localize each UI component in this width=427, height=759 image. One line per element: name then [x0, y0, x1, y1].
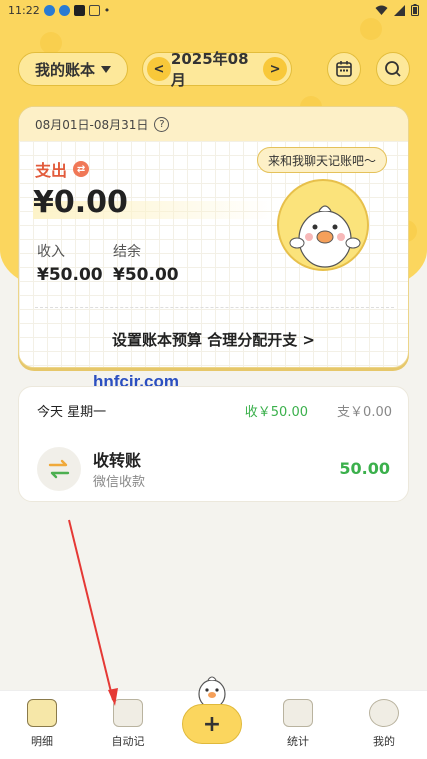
transaction-subtitle: 微信收款 [93, 475, 146, 490]
tab-details[interactable]: 明细 [7, 699, 77, 749]
status-time: 11:22 [8, 3, 40, 17]
transaction-amount: 50.00 [339, 459, 390, 478]
notification-icon [43, 4, 55, 16]
month-navigator: < 2025年08月 > [142, 50, 292, 89]
tab-statistics-label: 统计 [287, 735, 309, 748]
tab-profile[interactable]: 我的 [349, 699, 419, 749]
divider [35, 307, 394, 308]
swap-icon: ⇄ [73, 161, 90, 177]
book-selector-button[interactable]: 我的账本 [18, 52, 128, 86]
day-expense: 支￥0.00 [337, 405, 392, 420]
battery-icon [411, 4, 419, 16]
duck-profile-icon [369, 699, 399, 727]
prev-month-button[interactable]: < [147, 57, 171, 81]
expense-toggle[interactable]: 支出 ⇄ [35, 157, 90, 181]
tab-details-label: 明细 [31, 735, 53, 748]
duck-mascot-icon [198, 676, 226, 708]
ledger-icon [27, 699, 57, 727]
day-date: 今天 星期一 [37, 405, 107, 420]
signal-icon [394, 4, 405, 16]
calendar-button[interactable] [327, 52, 361, 86]
duck-mascot-avatar[interactable] [277, 179, 369, 271]
month-label[interactable]: 2025年08月 [171, 48, 263, 90]
date-range: 08月01日-08月31日 [35, 117, 149, 132]
tab-auto-record-label: 自动记 [111, 735, 145, 748]
add-record-button[interactable]: + [182, 704, 242, 744]
transfer-icon [37, 447, 81, 491]
search-button[interactable] [376, 52, 410, 86]
day-income: 收￥50.00 [244, 405, 308, 420]
balance-amount: ¥50.00 [113, 265, 179, 285]
notification-icon [58, 4, 70, 16]
transaction-title[interactable]: 收转账 [93, 447, 141, 471]
budget-setup-link[interactable]: 设置账本预算 合理分配开支 > [19, 329, 408, 350]
search-icon [385, 61, 401, 77]
chat-bubble[interactable]: 来和我聊天记账吧～ [257, 147, 387, 173]
day-transactions-card: 今天 星期一 收￥50.00 支￥0.00 收转账 微信收款 50.00 [18, 386, 409, 502]
income-label: 收入 [37, 244, 65, 260]
expense-label: 支出 [35, 161, 68, 180]
expense-amount: ¥0.00 [33, 185, 128, 220]
next-month-button[interactable]: > [263, 57, 287, 81]
help-icon[interactable]: ? [154, 116, 170, 132]
calendar-chart-icon [283, 699, 313, 727]
tab-auto-record[interactable]: 自动记 [93, 699, 163, 749]
tab-profile-label: 我的 [373, 735, 395, 748]
wifi-icon [375, 5, 388, 15]
book-selector-label: 我的账本 [34, 60, 95, 79]
income-amount: ¥50.00 [37, 265, 103, 285]
balance-label: 结余 [113, 244, 141, 260]
monthly-summary-card: 08月01日-08月31日 ? 支出 ⇄ ¥0.00 收入 ¥50.00 结余 … [18, 106, 409, 368]
duck-mascot-icon [289, 205, 361, 268]
day-header: 今天 星期一 收￥50.00 支￥0.00 [37, 401, 392, 420]
date-range-strip: 08月01日-08月31日 ? [19, 107, 408, 141]
status-dot: • [103, 3, 111, 17]
top-toolbar: 我的账本 < 2025年08月 > [0, 50, 427, 89]
status-bar: 11:22 • [0, 0, 427, 20]
app-icon [73, 4, 85, 16]
box-icon [88, 4, 100, 16]
tab-statistics[interactable]: 统计 [263, 699, 333, 749]
caret-down-icon [101, 65, 111, 73]
notebook-icon [113, 699, 143, 727]
calendar-icon [336, 61, 352, 77]
